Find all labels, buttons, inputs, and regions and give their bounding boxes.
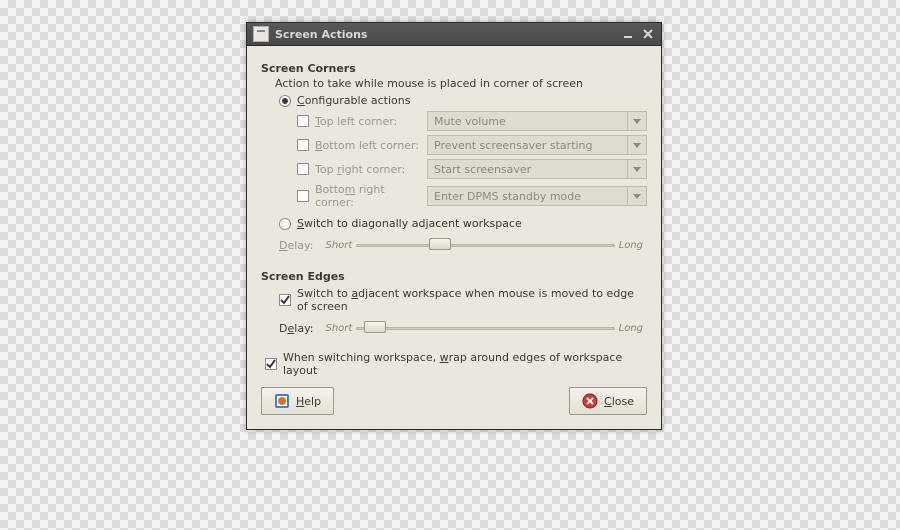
help-icon xyxy=(274,393,290,409)
edges-delay-row: Delay: Short Long xyxy=(279,319,647,337)
edges-delay-slider[interactable] xyxy=(356,319,614,337)
window-title: Screen Actions xyxy=(275,28,615,41)
radio-icon xyxy=(279,95,291,107)
button-label: Help xyxy=(296,395,321,408)
delay-label: Delay: xyxy=(279,239,313,252)
dialog-button-bar: Help Close xyxy=(261,387,647,415)
checkbox-wrap-around[interactable]: When switching workspace, wrap around ed… xyxy=(265,351,647,377)
close-dialog-button[interactable]: Close xyxy=(569,387,647,415)
minimize-button[interactable] xyxy=(621,27,635,41)
corner-bottom-left: Bottom left corner: Prevent screensaver … xyxy=(297,135,647,155)
slider-thumb[interactable] xyxy=(364,321,386,333)
screen-corners-description: Action to take while mouse is placed in … xyxy=(275,77,647,90)
radio-icon xyxy=(279,218,291,230)
corners-delay-row: Delay: Short Long xyxy=(279,236,647,254)
combo-bottom-left[interactable]: Prevent screensaver starting xyxy=(427,135,647,155)
checkbox-icon xyxy=(265,358,277,370)
checkbox-icon xyxy=(279,294,291,306)
corner-label: Bottom left corner: xyxy=(315,139,427,152)
chevron-down-icon xyxy=(627,187,646,205)
delay-long-label: Long xyxy=(619,240,643,251)
radio-switch-diagonal[interactable]: Switch to diagonally adjacent workspace xyxy=(279,217,647,230)
radio-configurable-actions[interactable]: Configurable actions xyxy=(279,94,647,107)
combo-top-right[interactable]: Start screensaver xyxy=(427,159,647,179)
combo-bottom-right[interactable]: Enter DPMS standby mode xyxy=(427,186,647,206)
dialog-window: Screen Actions Screen Corners Action to … xyxy=(246,22,662,430)
radio-label: Switch to diagonally adjacent workspace xyxy=(297,217,522,230)
corner-label: Bottom right corner: xyxy=(315,183,427,209)
close-button[interactable] xyxy=(641,27,655,41)
checkbox-top-right[interactable] xyxy=(297,163,309,175)
checkbox-label: Switch to adjacent workspace when mouse … xyxy=(297,287,647,313)
slider-thumb[interactable] xyxy=(429,238,451,250)
delay-short-label: Short xyxy=(325,240,352,251)
corner-top-left: Top left corner: Mute volume xyxy=(297,111,647,131)
chevron-down-icon xyxy=(627,160,646,178)
close-icon xyxy=(582,393,598,409)
checkbox-top-left[interactable] xyxy=(297,115,309,127)
chevron-down-icon xyxy=(627,136,646,154)
checkbox-bottom-left[interactable] xyxy=(297,139,309,151)
checkbox-switch-adjacent[interactable]: Switch to adjacent workspace when mouse … xyxy=(279,287,647,313)
help-button[interactable]: Help xyxy=(261,387,334,415)
corner-bottom-right: Bottom right corner: Enter DPMS standby … xyxy=(297,183,647,209)
corners-delay-slider[interactable] xyxy=(356,236,614,254)
checkbox-label: When switching workspace, wrap around ed… xyxy=(283,351,647,377)
screen-edges-header: Screen Edges xyxy=(261,270,647,283)
combo-top-left[interactable]: Mute volume xyxy=(427,111,647,131)
radio-label: Configurable actions xyxy=(297,94,410,107)
chevron-down-icon xyxy=(627,112,646,130)
corner-label: Top left corner: xyxy=(315,115,427,128)
checkbox-bottom-right[interactable] xyxy=(297,190,309,202)
button-label: Close xyxy=(604,395,634,408)
delay-label: Delay: xyxy=(279,322,313,335)
corner-top-right: Top right corner: Start screensaver xyxy=(297,159,647,179)
delay-long-label: Long xyxy=(619,323,643,334)
dialog-content: Screen Corners Action to take while mous… xyxy=(247,46,661,429)
delay-short-label: Short xyxy=(325,323,352,334)
screen-corners-header: Screen Corners xyxy=(261,62,647,75)
corner-label: Top right corner: xyxy=(315,163,427,176)
window-icon xyxy=(253,26,269,42)
titlebar[interactable]: Screen Actions xyxy=(247,23,661,46)
